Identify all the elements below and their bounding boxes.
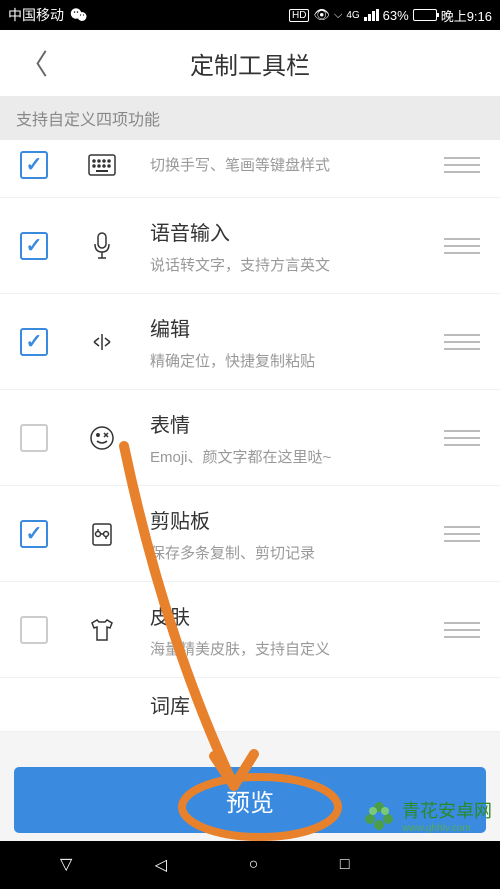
watermark-logo-icon bbox=[362, 799, 396, 833]
network-label: 4G bbox=[346, 10, 359, 21]
eye-icon: 👁 bbox=[313, 7, 330, 23]
item-title: 词库 bbox=[150, 690, 444, 719]
wechat-icon bbox=[70, 7, 88, 23]
watermark-text: 青花安卓网 bbox=[402, 797, 492, 823]
drag-handle[interactable] bbox=[444, 334, 480, 350]
watermark-url: www.qhhlv.com bbox=[402, 823, 492, 834]
nav-home[interactable]: ○ bbox=[249, 856, 259, 874]
list-item: 皮肤 海量精美皮肤，支持自定义 bbox=[0, 582, 500, 678]
nav-recent[interactable]: □ bbox=[340, 856, 350, 874]
item-desc: 海量精美皮肤，支持自定义 bbox=[150, 638, 444, 659]
drag-handle[interactable] bbox=[444, 238, 480, 254]
list-item: 表情 Emoji、颜文字都在这里哒~ bbox=[0, 390, 500, 486]
battery-label: 63% bbox=[383, 8, 409, 23]
wifi-icon: ⌵ bbox=[334, 9, 342, 22]
preview-label: 预览 bbox=[226, 783, 274, 818]
nav-menu[interactable]: ▷ bbox=[57, 859, 77, 871]
emoji-icon bbox=[84, 425, 120, 451]
checkbox[interactable] bbox=[20, 520, 48, 548]
list-item: 编辑 精确定位，快捷复制粘贴 bbox=[0, 294, 500, 390]
item-title: 语音输入 bbox=[150, 217, 444, 246]
item-desc: 切换手写、笔画等键盘样式 bbox=[150, 154, 444, 175]
checkbox[interactable] bbox=[20, 328, 48, 356]
cursor-icon bbox=[84, 330, 120, 354]
hd-badge: HD bbox=[289, 9, 309, 22]
list-item: 词库 bbox=[0, 678, 500, 732]
list-item: 切换手写、笔画等键盘样式 bbox=[0, 140, 500, 198]
microphone-icon bbox=[84, 232, 120, 260]
drag-handle[interactable] bbox=[444, 157, 480, 173]
checkbox[interactable] bbox=[20, 424, 48, 452]
notice-bar: 支持自定义四项功能 bbox=[0, 96, 500, 140]
keyboard-icon bbox=[84, 154, 120, 176]
back-button[interactable]: 〈 bbox=[20, 43, 48, 83]
drag-handle[interactable] bbox=[444, 622, 480, 638]
nav-back[interactable]: ◁ bbox=[155, 855, 167, 875]
battery-icon bbox=[413, 9, 437, 21]
status-bar: 中国移动 HD 👁 ⌵ 4G 63% 晚上9:16 bbox=[0, 0, 500, 30]
watermark: 青花安卓网 www.qhhlv.com bbox=[362, 797, 492, 834]
item-desc: Emoji、颜文字都在这里哒~ bbox=[150, 446, 444, 467]
shirt-icon bbox=[84, 618, 120, 642]
item-desc: 保存多条复制、剪切记录 bbox=[150, 542, 444, 563]
clipboard-icon bbox=[84, 521, 120, 547]
signal-icon bbox=[364, 9, 379, 21]
item-desc: 精确定位，快捷复制粘贴 bbox=[150, 350, 444, 371]
page-title: 定制工具栏 bbox=[190, 46, 310, 81]
header: 〈 定制工具栏 bbox=[0, 30, 500, 96]
item-title: 编辑 bbox=[150, 313, 444, 342]
checkbox[interactable] bbox=[20, 232, 48, 260]
item-title: 皮肤 bbox=[150, 601, 444, 630]
item-desc: 说话转文字，支持方言英文 bbox=[150, 254, 444, 275]
checkbox[interactable] bbox=[20, 616, 48, 644]
time-label: 晚上9:16 bbox=[441, 6, 492, 25]
item-title: 剪贴板 bbox=[150, 505, 444, 534]
drag-handle[interactable] bbox=[444, 430, 480, 446]
list-item: 剪贴板 保存多条复制、剪切记录 bbox=[0, 486, 500, 582]
toolbar-list: 切换手写、笔画等键盘样式 语音输入 说话转文字，支持方言英文 编辑 精确定位，快… bbox=[0, 140, 500, 732]
list-item: 语音输入 说话转文字，支持方言英文 bbox=[0, 198, 500, 294]
nav-bar: ▷ ◁ ○ □ x bbox=[0, 841, 500, 889]
item-title: 表情 bbox=[150, 409, 444, 438]
drag-handle[interactable] bbox=[444, 526, 480, 542]
carrier-label: 中国移动 bbox=[8, 5, 64, 25]
checkbox[interactable] bbox=[20, 151, 48, 179]
